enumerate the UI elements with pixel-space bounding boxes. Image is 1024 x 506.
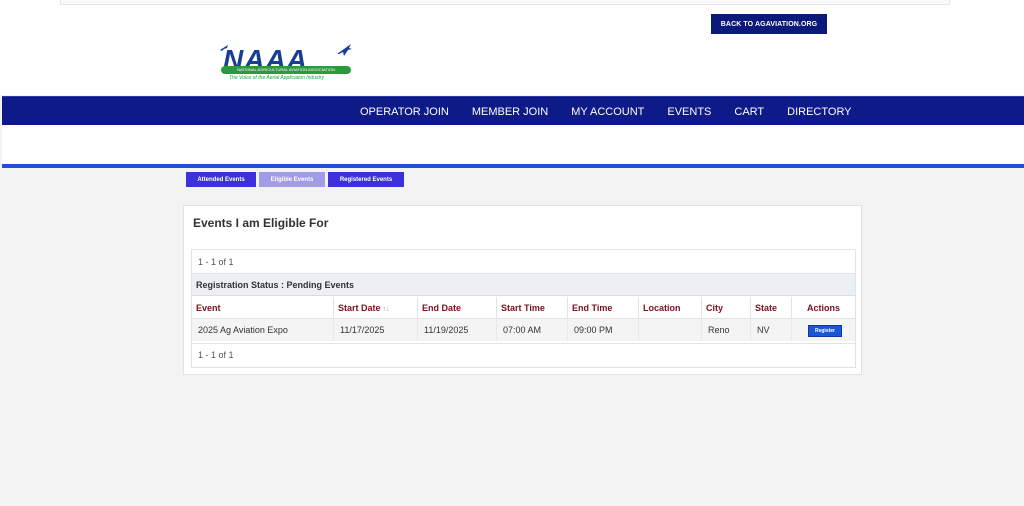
subheader-area	[2, 125, 1024, 164]
nav-directory[interactable]: DIRECTORY	[787, 106, 851, 118]
cell-location	[639, 319, 702, 341]
tab-registered-events[interactable]: Registered Events	[328, 172, 404, 187]
column-header-end-time[interactable]: End Time	[568, 297, 639, 319]
airplane-icon	[337, 44, 352, 56]
cell-state: NV	[751, 319, 792, 341]
column-header-start-time[interactable]: Start Time	[497, 297, 568, 319]
column-header-actions: Actions	[792, 297, 855, 319]
accent-divider	[2, 164, 1024, 168]
nav-member-join[interactable]: MEMBER JOIN	[472, 106, 548, 118]
group-header: Registration Status : Pending Events	[192, 274, 855, 296]
back-to-agaviation-button[interactable]: BACK TO AGAVIATION.ORG	[711, 14, 827, 34]
logo-tagline: The Voice of the Aerial Application Indu…	[229, 75, 325, 81]
eligible-events-panel: Events I am Eligible For 1 - 1 of 1 Regi…	[183, 205, 862, 375]
cell-end-date: 11/19/2025	[418, 319, 497, 341]
panel-title: Events I am Eligible For	[193, 216, 329, 230]
column-header-event[interactable]: Event	[192, 297, 334, 319]
logo-band: NATIONAL AGRICULTURAL AVIATION ASSOCIATI…	[221, 66, 351, 74]
column-header-start-date-label: Start Date	[338, 303, 381, 313]
cell-city: Reno	[702, 319, 751, 341]
cell-end-time: 09:00 PM	[568, 319, 639, 341]
column-header-city[interactable]: City	[702, 297, 751, 319]
tab-eligible-events[interactable]: Eligible Events	[259, 172, 325, 187]
cell-start-date: 11/17/2025	[334, 319, 418, 341]
pager-info-bottom: 1 - 1 of 1	[192, 343, 855, 367]
events-grid: 1 - 1 of 1 Registration Status : Pending…	[191, 249, 856, 368]
event-tabs: Attended Events Eligible Events Register…	[186, 172, 407, 187]
header-top-border	[60, 0, 950, 5]
column-header-start-date[interactable]: Start Date ↑↓	[334, 297, 418, 319]
site-header: BACK TO AGAVIATION.ORG NAAA NATIONAL AGR…	[0, 0, 1024, 95]
nav-cart[interactable]: CART	[734, 106, 764, 118]
column-header-location[interactable]: Location	[639, 297, 702, 319]
nav-operator-join[interactable]: OPERATOR JOIN	[360, 106, 449, 118]
cell-start-time: 07:00 AM	[497, 319, 568, 341]
cell-event: 2025 Ag Aviation Expo	[192, 319, 334, 341]
pager-info-top: 1 - 1 of 1	[192, 250, 855, 274]
sort-icon: ↑↓	[382, 306, 390, 313]
small-airplane-icon	[220, 45, 228, 51]
register-button[interactable]: Register	[808, 325, 842, 337]
column-header-end-date[interactable]: End Date	[418, 297, 497, 319]
main-navbar: OPERATOR JOIN MEMBER JOIN MY ACCOUNT EVE…	[2, 96, 1024, 126]
nav-events[interactable]: EVENTS	[667, 106, 711, 118]
tab-attended-events[interactable]: Attended Events	[186, 172, 256, 187]
naaa-logo[interactable]: NAAA NATIONAL AGRICULTURAL AVIATION ASSO…	[215, 42, 360, 86]
nav-my-account[interactable]: MY ACCOUNT	[571, 106, 644, 118]
column-header-state[interactable]: State	[751, 297, 792, 319]
